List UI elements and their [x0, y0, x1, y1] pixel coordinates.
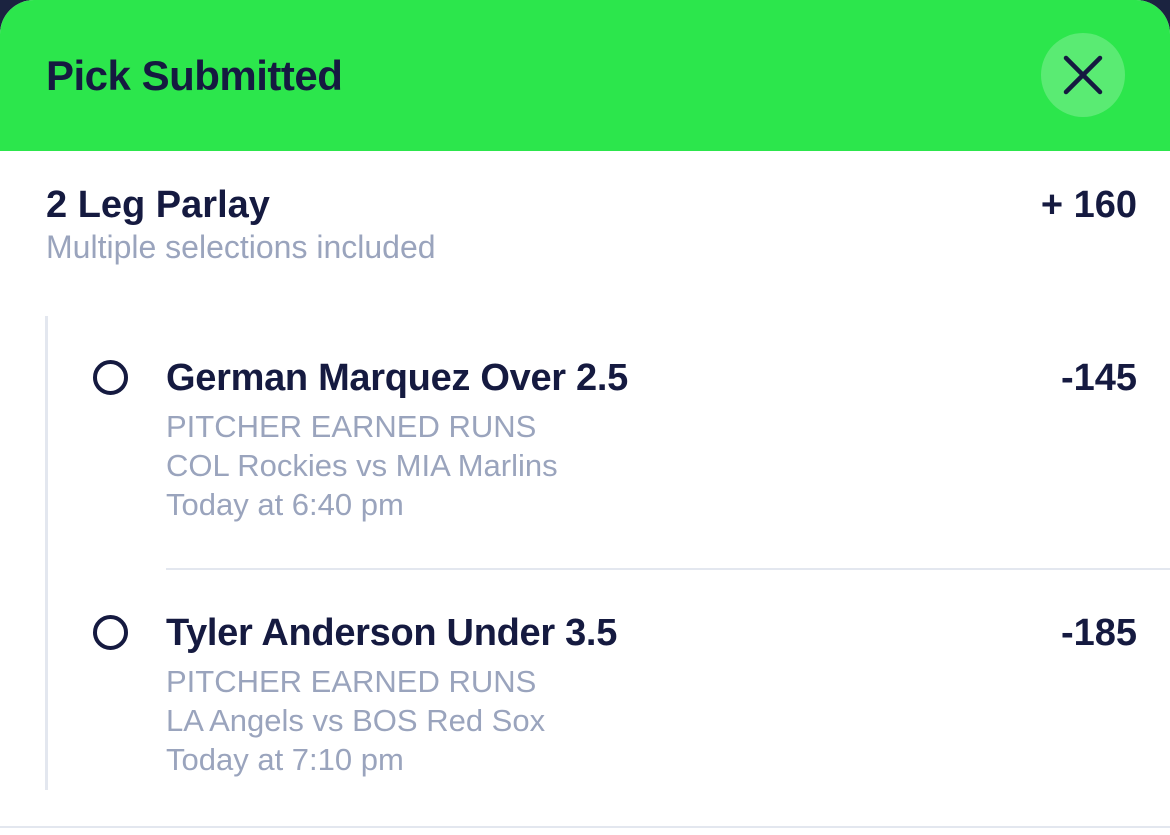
header-title: Pick Submitted — [46, 52, 343, 99]
leg-time: Today at 6:40 pm — [166, 487, 404, 522]
leg-odds: -145 — [1060, 357, 1137, 399]
close-icon — [1063, 55, 1103, 95]
leg-divider — [166, 568, 1170, 570]
leg-time: Today at 7:10 pm — [166, 742, 404, 777]
leg-status-circle-icon — [93, 615, 128, 650]
parlay-title: 2 Leg Parlay — [46, 184, 270, 226]
parlay-odds: + 160 — [1040, 184, 1137, 226]
parlay-subtitle: Multiple selections included — [46, 229, 436, 265]
leg-odds: -185 — [1060, 612, 1137, 654]
screen: Pick Submitted 2 Leg Parlay Multiple sel… — [0, 0, 1170, 835]
leg-market: PITCHER EARNED RUNS — [166, 664, 537, 699]
header-banner: Pick Submitted — [0, 0, 1170, 151]
leg-status-circle-icon — [93, 360, 128, 395]
leg-title: German Marquez Over 2.5 — [166, 357, 628, 399]
leg-matchup: COL Rockies vs MIA Marlins — [166, 448, 558, 483]
leg-matchup: LA Angels vs BOS Red Sox — [166, 703, 546, 738]
legs-rail — [45, 316, 48, 790]
bottom-divider — [0, 826, 1170, 828]
leg-market: PITCHER EARNED RUNS — [166, 409, 537, 444]
pick-submitted-sheet: Pick Submitted 2 Leg Parlay Multiple sel… — [0, 0, 1170, 835]
leg-title: Tyler Anderson Under 3.5 — [166, 612, 618, 654]
close-button[interactable] — [1041, 33, 1125, 117]
